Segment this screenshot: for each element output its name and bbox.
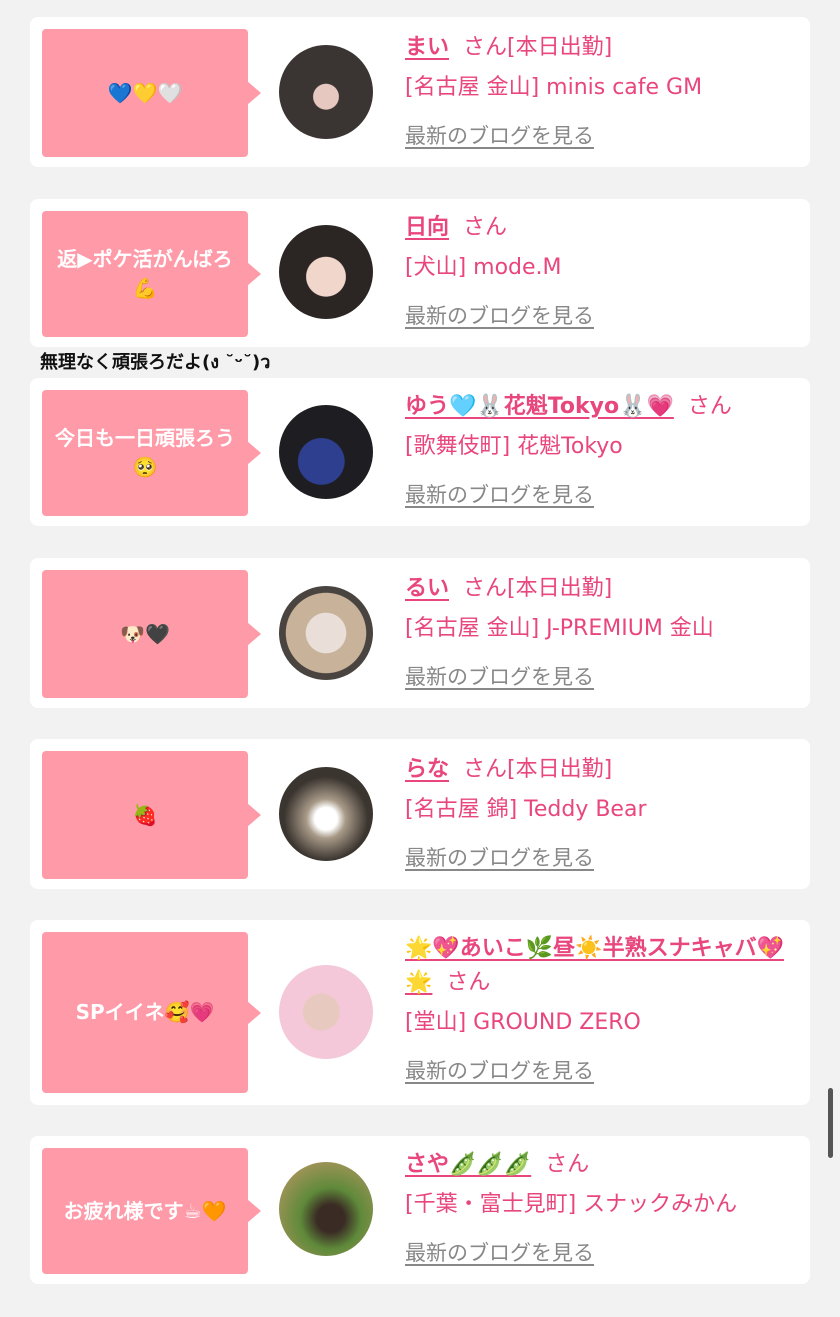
message-bubble: お疲れ様です☕🧡 [42, 1148, 261, 1274]
latest-blog-link[interactable]: 最新のブログを見る [405, 119, 594, 153]
message-bubble: 💙💛🤍 [42, 29, 261, 157]
caption-text: 無理なく頑張ろだよ(ง ˘ᵕ˘)ว [40, 352, 271, 373]
message-text: 今日も一日頑張ろう🥺 [55, 426, 235, 479]
shop-name: [名古屋 金山] minis cafe GM [405, 75, 703, 100]
message-text: お疲れ様です☕🧡 [63, 1198, 227, 1223]
message-text: 返▶ポケ活がんばろ💪 [57, 247, 233, 300]
status-badge: [本日出勤] [507, 576, 613, 601]
shop-name: [千葉・富士見町] スナックみかん [405, 1192, 738, 1217]
honorific: さん [463, 35, 508, 60]
honorific: さん [463, 576, 508, 601]
shop-name: [名古屋 錦] Teddy Bear [405, 797, 647, 822]
avatar[interactable] [279, 965, 373, 1059]
blog-card: 返▶ポケ活がんばろ💪 日向 さん [犬山] mode.M 最新のブログを見る [30, 199, 810, 347]
message-text: 💙💛🤍 [107, 80, 183, 105]
cast-name-link[interactable]: らな [405, 757, 449, 782]
honorific: さん [687, 394, 732, 419]
honorific: さん [463, 757, 508, 782]
message-bubble: 🍓 [42, 751, 261, 879]
blog-card: 🍓 らな さん[本日出勤] [名古屋 錦] Teddy Bear 最新のブログを見… [30, 739, 810, 889]
blog-card: 💙💛🤍 まい さん[本日出勤] [名古屋 金山] minis cafe GM 最新… [30, 17, 810, 167]
latest-blog-link[interactable]: 最新のブログを見る [405, 1236, 594, 1270]
latest-blog-link[interactable]: 最新のブログを見る [405, 478, 594, 512]
latest-blog-link[interactable]: 最新のブログを見る [405, 299, 594, 333]
cast-name-link[interactable]: 日向 [405, 215, 449, 240]
message-text: 🍓 [132, 802, 158, 827]
shop-name: [歌舞伎町] 花魁Tokyo [405, 434, 623, 459]
message-text: 🐶🖤 [120, 621, 170, 646]
cast-name-link[interactable]: まい [405, 35, 449, 60]
honorific: さん [463, 215, 508, 240]
blog-card: お疲れ様です☕🧡 さや🫛🫛🫛 さん [千葉・富士見町] スナックみかん 最新のブロ… [30, 1136, 810, 1284]
honorific: さん [446, 970, 491, 995]
avatar[interactable] [279, 405, 373, 499]
blog-card: 今日も一日頑張ろう🥺 ゆう🩵🐰花魁Tokyo🐰💗 さん [歌舞伎町] 花魁Toky… [30, 378, 810, 526]
cast-name-link[interactable]: さや🫛🫛🫛 [405, 1152, 531, 1177]
avatar[interactable] [279, 767, 373, 861]
message-bubble: SPイイネ🥰💗 [42, 932, 261, 1093]
message-bubble: 返▶ポケ活がんばろ💪 [42, 211, 261, 337]
status-badge: [本日出勤] [507, 757, 613, 782]
cast-name-link[interactable]: ゆう🩵🐰花魁Tokyo🐰💗 [405, 394, 674, 419]
latest-blog-link[interactable]: 最新のブログを見る [405, 1054, 594, 1088]
scrollbar[interactable] [828, 1088, 833, 1158]
message-bubble: 🐶🖤 [42, 570, 261, 698]
avatar[interactable] [279, 45, 373, 139]
shop-name: [名古屋 金山] J-PREMIUM 金山 [405, 616, 714, 641]
blog-card: 🐶🖤 るい さん[本日出勤] [名古屋 金山] J-PREMIUM 金山 最新のブ… [30, 558, 810, 708]
avatar[interactable] [279, 225, 373, 319]
avatar[interactable] [279, 586, 373, 680]
message-text: SPイイネ🥰💗 [75, 1000, 215, 1024]
latest-blog-link[interactable]: 最新のブログを見る [405, 841, 594, 875]
avatar[interactable] [279, 1162, 373, 1256]
cast-name-link[interactable]: るい [405, 576, 449, 601]
shop-name: [堂山] GROUND ZERO [405, 1010, 641, 1035]
status-badge: [本日出勤] [507, 35, 613, 60]
blog-card: SPイイネ🥰💗 🌟💖あいこ🌿昼☀️半熟スナキャバ💖🌟 さん [堂山] GROUND… [30, 920, 810, 1105]
latest-blog-link[interactable]: 最新のブログを見る [405, 660, 594, 694]
honorific: さん [545, 1152, 590, 1177]
shop-name: [犬山] mode.M [405, 255, 562, 280]
message-bubble: 今日も一日頑張ろう🥺 [42, 390, 261, 516]
